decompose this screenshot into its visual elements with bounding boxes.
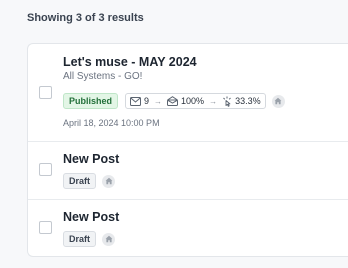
- status-badge: Draft: [63, 173, 97, 189]
- post-date: April 18, 2024 10:00 PM: [63, 118, 160, 128]
- status-badge: Published: [63, 93, 119, 109]
- row-select-checkbox[interactable]: [39, 86, 52, 99]
- post-title[interactable]: New Post: [63, 152, 119, 166]
- arrow-right-icon: →: [154, 96, 163, 106]
- post-meta: Draft: [63, 173, 116, 189]
- post-title[interactable]: Let's muse - MAY 2024: [63, 55, 197, 69]
- row-select-checkbox[interactable]: [39, 163, 52, 176]
- post-row[interactable]: Let's muse - MAY 2024 All Systems - GO! …: [28, 44, 348, 141]
- post-meta: Published 9 → 100% → 33.3%: [63, 93, 285, 109]
- post-list: Let's muse - MAY 2024 All Systems - GO! …: [27, 43, 348, 257]
- click-icon: [222, 96, 232, 107]
- open-rate: 100%: [181, 96, 205, 106]
- home-icon: [271, 94, 285, 108]
- post-row[interactable]: New Post Draft: [28, 141, 348, 199]
- post-title[interactable]: New Post: [63, 210, 119, 224]
- home-icon: [102, 174, 116, 188]
- click-rate: 33.3%: [235, 96, 261, 106]
- results-count: Showing 3 of 3 results: [27, 12, 144, 24]
- email-stats: 9 → 100% → 33.3%: [125, 93, 266, 109]
- post-excerpt: All Systems - GO!: [63, 71, 143, 82]
- post-row[interactable]: New Post Draft: [28, 199, 348, 257]
- home-icon: [102, 232, 116, 246]
- envelope-open-icon: [167, 96, 179, 106]
- arrow-right-icon: →: [209, 96, 218, 106]
- sent-count: 9: [144, 96, 150, 106]
- row-select-checkbox[interactable]: [39, 221, 52, 234]
- envelope-icon: [130, 96, 142, 106]
- status-badge: Draft: [63, 231, 97, 247]
- post-meta: Draft: [63, 231, 116, 247]
